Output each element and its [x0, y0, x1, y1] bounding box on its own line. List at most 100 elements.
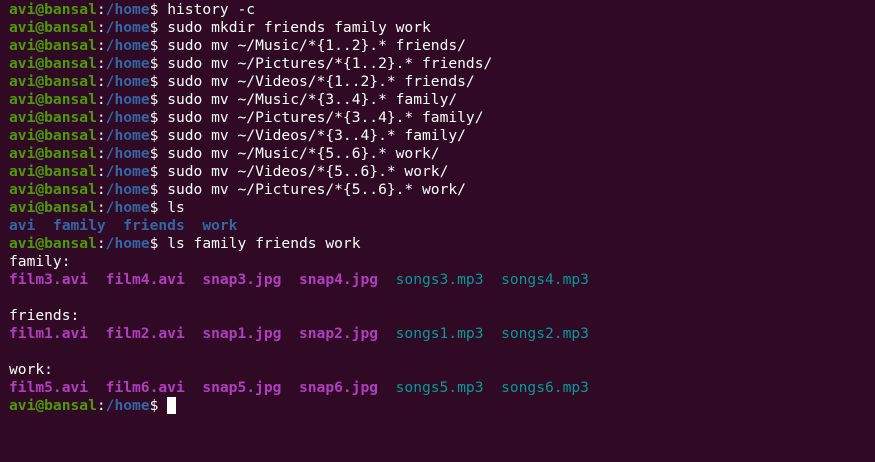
terminal-line: avi@bansal:/home$ sudo mv ~/Videos/*{3..… [9, 127, 875, 145]
prompt-dollar: $ [149, 199, 159, 216]
prompt-path: /home [105, 55, 150, 72]
prompt-dollar: $ [149, 181, 159, 198]
terminal-line: avi@bansal:/home$ sudo mv ~/Pictures/*{1… [9, 55, 875, 73]
image-file: snap1.jpg [202, 325, 282, 342]
prompt-path: /home [105, 19, 150, 36]
prompt-dollar: $ [149, 91, 159, 108]
terminal-line: avi@bansal:/home$ sudo mv ~/Music/*{3..4… [9, 91, 875, 109]
terminal-line: avi@bansal:/home$ ls [9, 199, 875, 217]
terminal-line-active[interactable]: avi@bansal:/home$ [9, 397, 875, 415]
audio-file: songs3.mp3 [395, 271, 484, 288]
prompt-path: /home [105, 109, 150, 126]
dir-entry: family [52, 217, 106, 234]
dir-entry: avi [9, 217, 36, 234]
video-file: film5.avi [9, 379, 89, 396]
prompt-dollar: $ [149, 37, 159, 54]
file-list-line: film3.avi film4.avi snap3.jpg snap4.jpg … [9, 271, 875, 289]
prompt-path: /home [105, 1, 150, 18]
prompt-colon: : [96, 181, 106, 198]
prompt-colon: : [96, 397, 106, 414]
prompt-path: /home [105, 91, 150, 108]
audio-file: songs1.mp3 [395, 325, 484, 342]
group-header: family: [9, 253, 71, 270]
prompt-path: /home [105, 37, 150, 54]
prompt-colon: : [96, 145, 106, 162]
prompt-dollar: $ [149, 73, 159, 90]
command-text: ls family friends work [167, 235, 361, 252]
video-file: film4.avi [105, 271, 185, 288]
command-text: history -c [167, 1, 256, 18]
terminal-line: avi@bansal:/home$ history -c [9, 1, 875, 19]
prompt-colon: : [96, 73, 106, 90]
prompt-path: /home [105, 397, 150, 414]
video-file: film1.avi [9, 325, 89, 342]
dir-entry: work [202, 217, 238, 234]
prompt-colon: : [96, 37, 106, 54]
video-file: film6.avi [105, 379, 185, 396]
command-text: sudo mv ~/Pictures/*{3..4}.* family/ [167, 109, 484, 126]
prompt-dollar: $ [149, 145, 159, 162]
group-header: work: [9, 361, 53, 378]
command-text: ls [167, 199, 185, 216]
prompt-user-host: avi@bansal [9, 127, 97, 144]
prompt-path: /home [105, 199, 150, 216]
prompt-path: /home [105, 181, 150, 198]
prompt-user-host: avi@bansal [9, 1, 97, 18]
audio-file: songs2.mp3 [501, 325, 589, 342]
image-file: snap4.jpg [298, 271, 379, 288]
command-text: sudo mv ~/Music/*{1..2}.* friends/ [167, 37, 466, 54]
prompt-path: /home [105, 163, 150, 180]
prompt-user-host: avi@bansal [9, 235, 97, 252]
prompt-user-host: avi@bansal [9, 91, 97, 108]
prompt-colon: : [96, 19, 106, 36]
prompt-colon: : [96, 163, 106, 180]
audio-file: songs4.mp3 [501, 271, 589, 288]
command-text: sudo mv ~/Music/*{3..4}.* family/ [167, 91, 458, 108]
prompt-dollar: $ [149, 235, 159, 252]
prompt-user-host: avi@bansal [9, 163, 97, 180]
group-header: friends: [9, 307, 80, 324]
terminal-window[interactable]: avi@bansal:/home$ history -c avi@bansal:… [0, 0, 875, 462]
prompt-user-host: avi@bansal [9, 397, 97, 414]
prompt-user-host: avi@bansal [9, 55, 97, 72]
text-cursor[interactable] [167, 397, 177, 414]
image-file: snap3.jpg [202, 271, 282, 288]
prompt-user-host: avi@bansal [9, 199, 97, 216]
file-list-line: film5.avi film6.avi snap5.jpg snap6.jpg … [9, 379, 875, 397]
terminal-line: avi@bansal:/home$ ls family friends work [9, 235, 875, 253]
terminal-line: avi@bansal:/home$ sudo mv ~/Pictures/*{3… [9, 109, 875, 127]
prompt-colon: : [96, 109, 106, 126]
prompt-dollar: $ [149, 163, 159, 180]
prompt-user-host: avi@bansal [9, 109, 97, 126]
prompt-colon: : [96, 235, 106, 252]
prompt-dollar: $ [149, 55, 159, 72]
command-text: sudo mv ~/Pictures/*{1..2}.* friends/ [167, 55, 493, 72]
prompt-user-host: avi@bansal [9, 73, 97, 90]
prompt-colon: : [96, 55, 106, 72]
command-text: sudo mv ~/Music/*{5..6}.* work/ [167, 145, 440, 162]
video-file: film2.avi [105, 325, 185, 342]
prompt-path: /home [105, 73, 150, 90]
prompt-dollar: $ [149, 109, 159, 126]
prompt-user-host: avi@bansal [9, 19, 97, 36]
ls-output-line: avi family friends work [9, 217, 875, 235]
prompt-path: /home [105, 145, 150, 162]
command-text: sudo mkdir friends family work [167, 19, 431, 36]
prompt-path: /home [105, 127, 150, 144]
prompt-dollar: $ [149, 1, 159, 18]
video-file: film3.avi [9, 271, 89, 288]
prompt-dollar: $ [149, 19, 159, 36]
audio-file: songs5.mp3 [395, 379, 484, 396]
command-text: sudo mv ~/Videos/*{3..4}.* family/ [167, 127, 466, 144]
prompt-dollar: $ [149, 127, 159, 144]
terminal-line: avi@bansal:/home$ sudo mv ~/Music/*{5..6… [9, 145, 875, 163]
scrollbar[interactable] [871, 0, 875, 462]
terminal-line: avi@bansal:/home$ sudo mkdir friends fam… [9, 19, 875, 37]
image-file: snap2.jpg [298, 325, 379, 342]
prompt-colon: : [96, 1, 106, 18]
terminal-line: avi@bansal:/home$ sudo mv ~/Videos/*{5..… [9, 163, 875, 181]
prompt-colon: : [96, 127, 106, 144]
terminal-line: avi@bansal:/home$ sudo mv ~/Music/*{1..2… [9, 37, 875, 55]
dir-entry: friends [123, 217, 185, 234]
